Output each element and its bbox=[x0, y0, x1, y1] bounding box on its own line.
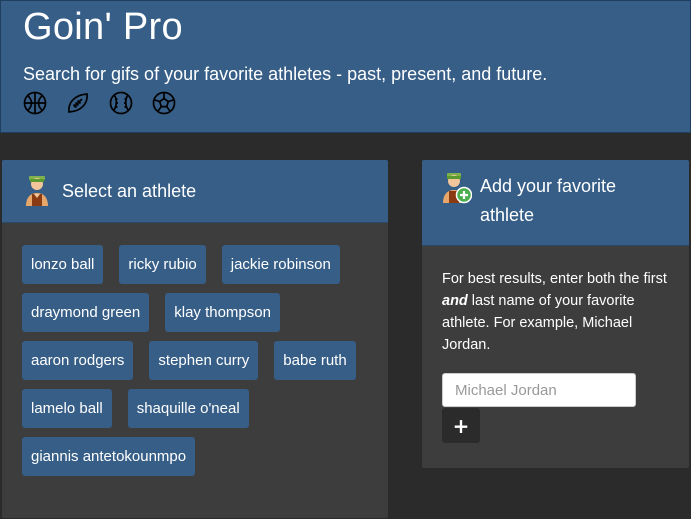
athlete-button[interactable]: ricky rubio bbox=[119, 245, 206, 284]
emphasis-and: and bbox=[442, 293, 468, 309]
athlete-buttons: lonzo ball ricky rubio jackie robinson dray… bbox=[2, 223, 388, 476]
site-tagline: Search for gifs of your favorite athlete… bbox=[23, 64, 548, 84]
soccer-ball-icon bbox=[152, 91, 176, 115]
athlete-button[interactable]: draymond green bbox=[22, 293, 150, 332]
header-jumbotron: Goin' Pro Search for gifs of your favori… bbox=[0, 0, 691, 133]
football-icon bbox=[68, 93, 88, 113]
add-athlete-icon bbox=[443, 173, 472, 204]
athlete-panel-heading: Select an athlete bbox=[2, 160, 388, 223]
add-instructions: For best results, enter both the first a… bbox=[442, 271, 667, 353]
sports-icons bbox=[23, 91, 668, 115]
site-title: Goin' Pro bbox=[23, 6, 183, 48]
athlete-button[interactable]: shaquille o'neal bbox=[127, 389, 249, 428]
add-athlete-button[interactable]: + bbox=[442, 408, 480, 443]
basketball-icon bbox=[23, 91, 47, 115]
athlete-button[interactable]: jackie robinson bbox=[221, 245, 340, 284]
add-athlete-panel: Add your favorite athlete For best resul… bbox=[421, 159, 690, 469]
add-panel-heading: Add your favorite athlete bbox=[422, 160, 689, 246]
add-panel-title: Add your favorite athlete bbox=[480, 176, 617, 225]
add-panel-body: For best results, enter both the first a… bbox=[422, 246, 689, 465]
baseball-icon bbox=[109, 91, 133, 115]
athlete-panel: Select an athlete lonzo ball ricky rubio j… bbox=[1, 159, 389, 519]
athlete-button[interactable]: lonzo ball bbox=[22, 245, 104, 284]
athlete-name-input[interactable] bbox=[442, 373, 636, 407]
athlete-button[interactable]: lamelo ball bbox=[22, 389, 112, 428]
athlete-avatar-icon bbox=[26, 176, 48, 206]
athlete-button[interactable]: giannis antetokounmpo bbox=[22, 437, 196, 476]
athlete-button[interactable]: klay thompson bbox=[165, 293, 280, 332]
athlete-panel-title: Select an athlete bbox=[62, 180, 197, 201]
athlete-button[interactable]: aaron rodgers bbox=[22, 341, 134, 380]
athlete-button[interactable]: babe ruth bbox=[274, 341, 356, 380]
athlete-button[interactable]: stephen curry bbox=[149, 341, 259, 380]
